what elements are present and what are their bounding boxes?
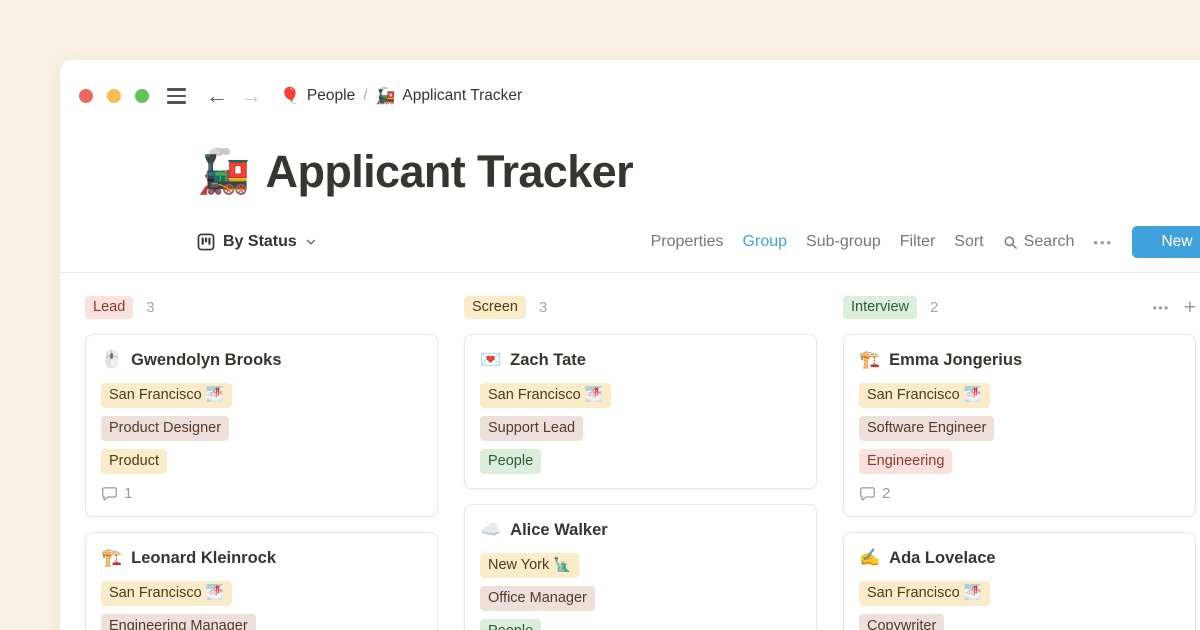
group-badge[interactable]: Interview [843,296,917,319]
balloon-icon: 🎈 [280,86,300,106]
group-count: 3 [146,299,154,316]
writing-hand-icon: ✍️ [859,546,880,570]
column-header: Screen 3 [464,295,817,320]
construction-crane-icon: 🏗️ [101,546,122,570]
column-lead: Lead 3 🖱️ Gwendolyn Brooks San Francisco… [85,295,438,630]
love-letter-icon: 💌 [480,348,501,372]
computer-mouse-icon: 🖱️ [101,348,122,372]
window-topbar: ← → 🎈 People / 🚂 Applicant Tracker [79,78,1200,114]
board-view-icon [197,233,215,251]
comment-icon [101,485,118,502]
app-window: ← → 🎈 People / 🚂 Applicant Tracker 🚂 App… [60,60,1200,630]
page-header: 🚂 Applicant Tracker [197,145,1200,199]
tab-sub-group[interactable]: Sub-group [806,233,881,251]
group-badge[interactable]: Lead [85,296,133,319]
tab-properties[interactable]: Properties [651,233,724,251]
window-controls [79,89,149,103]
breadcrumb-separator: / [363,87,367,105]
group-count: 3 [539,299,547,316]
tag-location: San Francisco 🌁 [859,581,990,606]
zoom-window-button[interactable] [135,89,149,103]
toolbar-actions: Properties Group Sub-group Filter Sort S… [651,226,1200,258]
close-window-button[interactable] [79,89,93,103]
search-icon [1003,235,1018,250]
card-name: Emma Jongerius [889,348,1022,372]
chevron-down-icon [305,236,317,248]
tag-role: Engineering Manager [101,614,256,630]
column-header: Interview 2 ••• + [843,295,1196,320]
column-header: Lead 3 [85,295,438,320]
tab-group[interactable]: Group [743,233,787,251]
tag-location: San Francisco 🌁 [101,581,232,606]
column-screen: Screen 3 💌 Zach Tate San Francisco 🌁 Sup… [464,295,817,630]
group-options-icon[interactable]: ••• [1153,301,1170,315]
search-label: Search [1024,233,1075,251]
card-emma-jongerius[interactable]: 🏗️ Emma Jongerius San Francisco 🌁 Softwa… [843,334,1196,517]
tag-location: San Francisco 🌁 [859,383,990,408]
group-badge[interactable]: Screen [464,296,526,319]
tag-team: Product [101,449,167,474]
tag-role: Support Lead [480,416,583,441]
tag-role: Copywriter [859,614,944,630]
group-count: 2 [930,299,938,316]
breadcrumb-item-applicant-tracker[interactable]: Applicant Tracker [402,87,522,105]
card-name: Leonard Kleinrock [131,546,276,570]
tag-role: Software Engineer [859,416,994,441]
card-name: Zach Tate [510,348,586,372]
comment-icon [859,485,876,502]
minimize-window-button[interactable] [107,89,121,103]
view-name: By Status [223,233,297,251]
column-interview: Interview 2 ••• + 🏗️ Emma Jongerius San … [843,295,1196,630]
tab-sort[interactable]: Sort [954,233,983,251]
train-icon: 🚂 [376,86,396,106]
tag-team: People [480,619,541,630]
view-switcher[interactable]: By Status [197,233,317,251]
more-options-icon[interactable]: ••• [1093,235,1113,250]
card-leonard-kleinrock[interactable]: 🏗️ Leonard Kleinrock San Francisco 🌁 Eng… [85,532,438,630]
tag-role: Office Manager [480,586,595,611]
tag-location: San Francisco 🌁 [480,383,611,408]
tag-team: Engineering [859,449,952,474]
card-zach-tate[interactable]: 💌 Zach Tate San Francisco 🌁 Support Lead… [464,334,817,489]
kanban-board: Lead 3 🖱️ Gwendolyn Brooks San Francisco… [60,273,1200,630]
menu-icon[interactable] [167,88,186,103]
card-name: Gwendolyn Brooks [131,348,281,372]
card-name: Ada Lovelace [889,546,995,570]
comment-count: 2 [859,485,1180,502]
add-card-icon[interactable]: + [1184,298,1196,318]
cloud-icon: ☁️ [480,518,501,542]
view-toolbar: By Status Properties Group Sub-group Fil… [197,224,1200,260]
search-button[interactable]: Search [1003,233,1075,251]
forward-arrow-icon[interactable]: → [240,85,262,107]
construction-crane-icon: 🏗️ [859,348,880,372]
tag-team: People [480,449,541,474]
tag-role: Product Designer [101,416,229,441]
back-arrow-icon[interactable]: ← [206,85,228,107]
comment-count: 1 [101,485,422,502]
card-alice-walker[interactable]: ☁️ Alice Walker New York 🗽 Office Manage… [464,504,817,630]
page-title[interactable]: Applicant Tracker [266,145,633,199]
card-gwendolyn-brooks[interactable]: 🖱️ Gwendolyn Brooks San Francisco 🌁 Prod… [85,334,438,517]
train-icon[interactable]: 🚂 [197,146,251,198]
tag-location: San Francisco 🌁 [101,383,232,408]
new-button[interactable]: New [1132,226,1200,258]
tab-filter[interactable]: Filter [900,233,936,251]
breadcrumb: 🎈 People / 🚂 Applicant Tracker [280,86,522,106]
breadcrumb-item-people[interactable]: People [307,87,355,105]
card-name: Alice Walker [510,518,608,542]
page-background: ← → 🎈 People / 🚂 Applicant Tracker 🚂 App… [0,0,1200,630]
card-ada-lovelace[interactable]: ✍️ Ada Lovelace San Francisco 🌁 Copywrit… [843,532,1196,630]
tag-location: New York 🗽 [480,553,579,578]
